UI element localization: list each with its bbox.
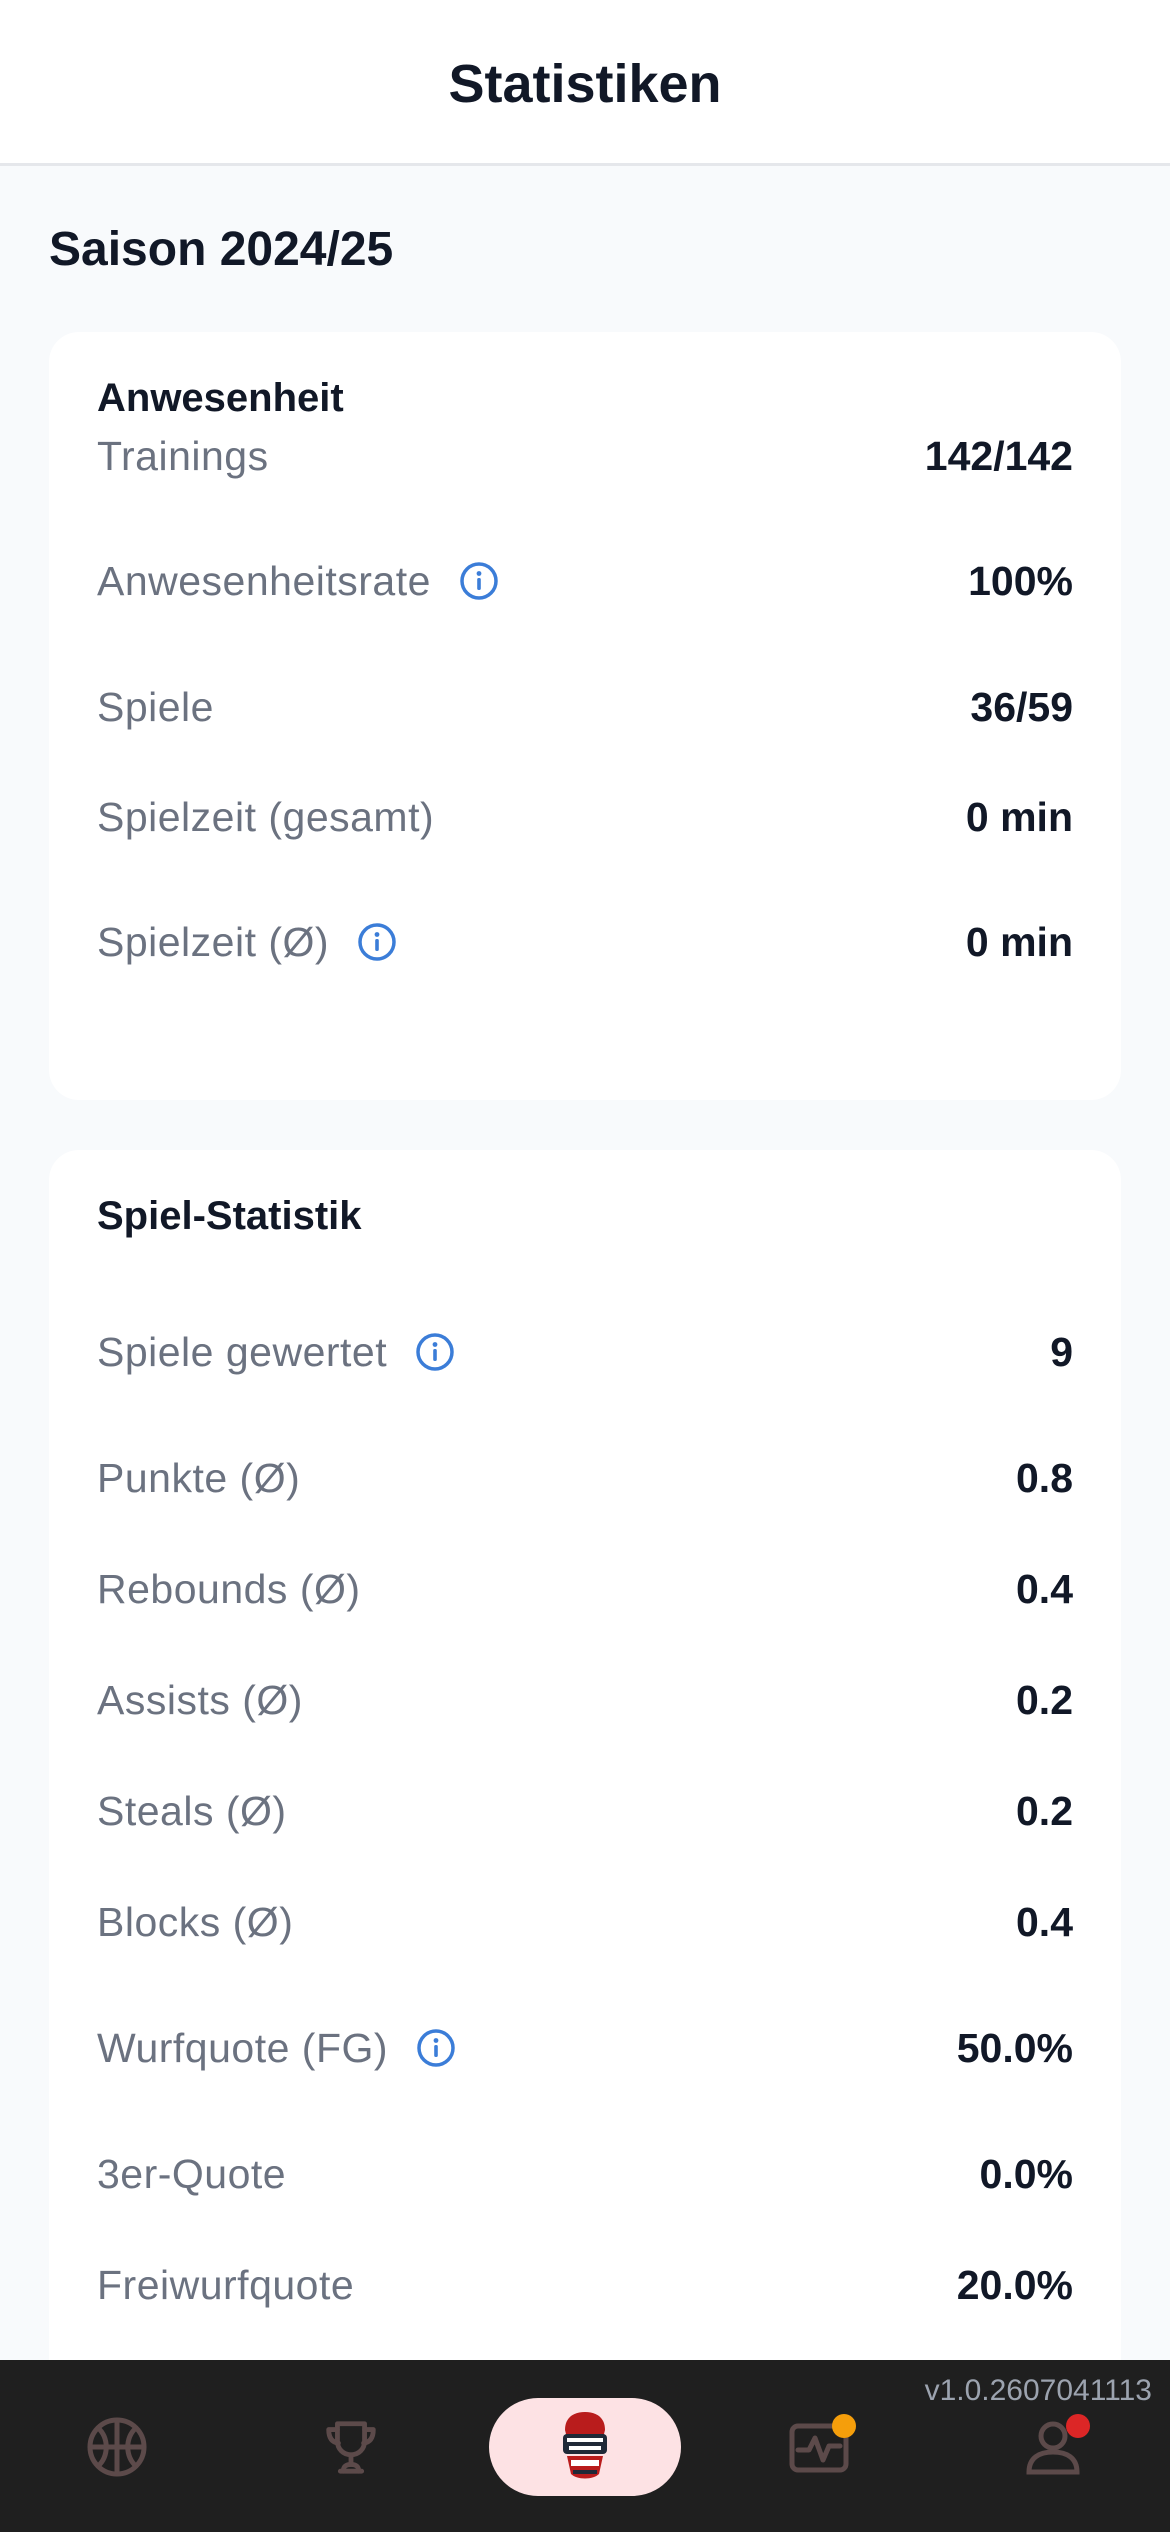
stat-value: 0.2 bbox=[1016, 1787, 1073, 1834]
stat-value: 0.0% bbox=[979, 2150, 1073, 2197]
stat-value: 142/142 bbox=[924, 432, 1073, 479]
nav-profile[interactable] bbox=[1018, 2412, 1090, 2482]
nav-basketball[interactable] bbox=[82, 2412, 152, 2482]
bottom-nav: v1.0.2607041113 bbox=[0, 2360, 1170, 2532]
stat-value: 36/59 bbox=[970, 683, 1073, 730]
info-icon[interactable] bbox=[357, 922, 397, 962]
nav-activity[interactable] bbox=[784, 2412, 856, 2482]
stat-row-points: Punkte (Ø) 0.8 bbox=[97, 1448, 1073, 1508]
stat-row-free-throw: Freiwurfquote 20.0% bbox=[97, 2255, 1073, 2315]
info-icon[interactable] bbox=[459, 561, 499, 601]
stat-value: 0.4 bbox=[1016, 1898, 1073, 1945]
stat-label: Trainings bbox=[97, 432, 269, 479]
page-title: Statistiken bbox=[448, 53, 722, 114]
stat-row-field-goal: Wurfquote (FG) 50.0% bbox=[97, 2018, 1073, 2078]
game-stats-card-title: Spiel-Statistik bbox=[97, 1194, 362, 1238]
stat-row-playtime-avg: Spielzeit (Ø) 0 min bbox=[97, 912, 1073, 972]
stat-row-attendance-rate: Anwesenheitsrate 100% bbox=[97, 551, 1073, 611]
nav-trophy[interactable] bbox=[316, 2412, 386, 2482]
info-icon[interactable] bbox=[416, 2028, 456, 2068]
attendance-card: Anwesenheit Trainings 142/142 Anwesenhei… bbox=[49, 332, 1121, 1100]
stat-value: 50.0% bbox=[956, 2024, 1073, 2071]
game-stats-card: Spiel-Statistik Spiele gewertet 9 Punkte… bbox=[49, 1150, 1121, 2360]
stat-label: Steals (Ø) bbox=[97, 1787, 287, 1834]
stat-value: 0.8 bbox=[1016, 1454, 1073, 1501]
stat-value: 0 min bbox=[965, 793, 1073, 840]
stat-row-blocks: Blocks (Ø) 0.4 bbox=[97, 1892, 1073, 1952]
stat-label: 3er-Quote bbox=[97, 2150, 287, 2197]
stat-value: 0.4 bbox=[1016, 1565, 1073, 1612]
basketball-icon bbox=[87, 2417, 147, 2477]
stat-label: Spielzeit (Ø) bbox=[97, 919, 397, 966]
app-header: Statistiken bbox=[0, 0, 1170, 166]
info-icon[interactable] bbox=[415, 1332, 455, 1372]
stat-value: 0.2 bbox=[1016, 1676, 1073, 1723]
stat-row-steals: Steals (Ø) 0.2 bbox=[97, 1781, 1073, 1841]
stat-value: 100% bbox=[968, 557, 1073, 604]
notification-badge bbox=[832, 2414, 856, 2438]
stat-row-games: Spiele 36/59 bbox=[97, 677, 1073, 737]
stat-label: Spielzeit (gesamt) bbox=[97, 793, 435, 840]
nav-team-home[interactable] bbox=[489, 2398, 681, 2496]
stat-label: Freiwurfquote bbox=[97, 2261, 355, 2308]
version-label: v1.0.2607041113 bbox=[924, 2374, 1152, 2407]
stat-label: Rebounds (Ø) bbox=[97, 1565, 361, 1612]
stat-label: Assists (Ø) bbox=[97, 1676, 303, 1723]
stat-label: Punkte (Ø) bbox=[97, 1454, 301, 1501]
notification-badge bbox=[1066, 2414, 1090, 2438]
stats-content[interactable]: Saison 2024/25 Anwesenheit Trainings 142… bbox=[49, 166, 1121, 2360]
stat-row-three-point: 3er-Quote 0.0% bbox=[97, 2144, 1073, 2204]
season-title: Saison 2024/25 bbox=[49, 223, 394, 276]
stat-value: 20.0% bbox=[956, 2261, 1073, 2308]
trophy-icon bbox=[326, 2421, 376, 2474]
stat-label: Anwesenheitsrate bbox=[97, 558, 499, 605]
stat-row-games-rated: Spiele gewertet 9 bbox=[97, 1322, 1073, 1382]
stat-label: Spiele gewertet bbox=[97, 1329, 455, 1376]
team-logo-icon bbox=[563, 2412, 607, 2479]
stat-row-rebounds: Rebounds (Ø) 0.4 bbox=[97, 1559, 1073, 1619]
stat-label: Wurfquote (FG) bbox=[97, 2025, 456, 2072]
stat-row-trainings: Trainings 142/142 bbox=[97, 426, 1073, 486]
stat-value: 0 min bbox=[965, 918, 1073, 965]
stat-row-playtime-total: Spielzeit (gesamt) 0 min bbox=[97, 787, 1073, 847]
attendance-card-title: Anwesenheit bbox=[97, 376, 344, 420]
stat-label: Spiele bbox=[97, 683, 214, 730]
stat-value: 9 bbox=[1050, 1328, 1073, 1375]
stat-row-assists: Assists (Ø) 0.2 bbox=[97, 1670, 1073, 1730]
stat-label: Blocks (Ø) bbox=[97, 1898, 294, 1945]
